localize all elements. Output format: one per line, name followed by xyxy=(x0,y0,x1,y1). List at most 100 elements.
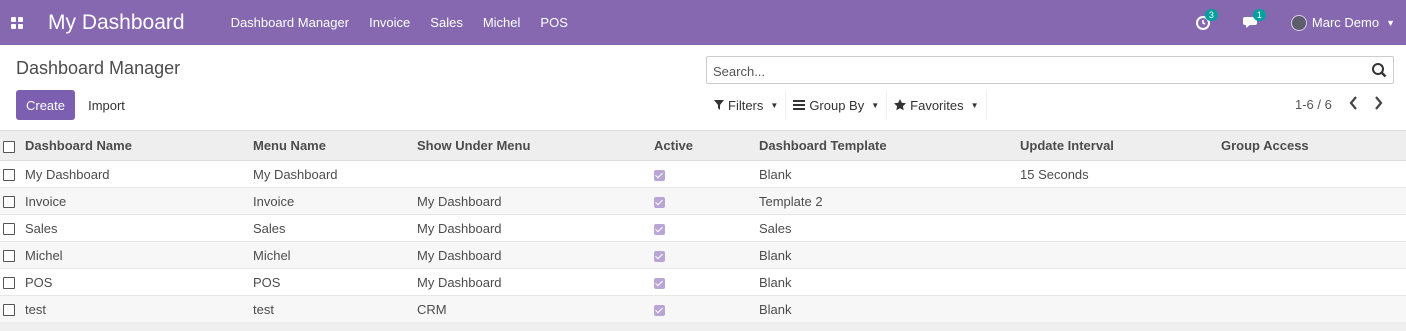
favorites-label: Favorites xyxy=(910,97,964,113)
select-all-cell xyxy=(0,130,25,161)
favorites-button[interactable]: Favorites ▼ xyxy=(887,91,987,119)
menu-item-pos[interactable]: POS xyxy=(540,15,567,30)
menu-item-michel[interactable]: Michel xyxy=(483,15,521,30)
column-header-menu-name[interactable]: Menu Name xyxy=(253,130,417,161)
main-menu: Dashboard Manager Invoice Sales Michel P… xyxy=(231,15,588,30)
active-cell xyxy=(654,160,759,188)
table-row[interactable]: Invoice Invoice My Dashboard Template 2 xyxy=(0,187,1406,215)
cell-group xyxy=(1221,295,1406,323)
cell-interval xyxy=(1020,295,1221,323)
cell-under: My Dashboard xyxy=(417,268,654,296)
cell-group xyxy=(1221,160,1406,188)
cell-menu: My Dashboard xyxy=(253,160,417,188)
cell-group xyxy=(1221,187,1406,215)
row-checkbox[interactable] xyxy=(3,250,15,263)
column-header-dashboard-template[interactable]: Dashboard Template xyxy=(759,130,1020,161)
row-checkbox[interactable] xyxy=(3,169,15,182)
active-cell xyxy=(654,241,759,269)
cell-template: Blank xyxy=(759,268,1020,296)
row-select-cell xyxy=(0,160,25,188)
menu-item-sales[interactable]: Sales xyxy=(430,15,463,30)
avatar xyxy=(1290,14,1307,31)
menu-item-dashboard-manager[interactable]: Dashboard Manager xyxy=(231,15,350,30)
active-checkbox xyxy=(654,250,665,262)
cell-interval xyxy=(1020,268,1221,296)
activity-clock-icon[interactable]: 3 xyxy=(1195,8,1218,32)
cell-template: Blank xyxy=(759,295,1020,323)
filters-label: Filters xyxy=(728,97,764,113)
cell-menu: Invoice xyxy=(253,187,417,215)
table-header-row: Dashboard Name Menu Name Show Under Menu… xyxy=(0,130,1406,161)
cell-name: Michel xyxy=(25,241,253,269)
cell-under: My Dashboard xyxy=(417,187,654,215)
cell-name: My Dashboard xyxy=(25,160,253,188)
cell-under xyxy=(417,160,654,188)
active-checkbox xyxy=(654,304,665,316)
cell-group xyxy=(1221,241,1406,269)
row-select-cell xyxy=(0,187,25,215)
table-row[interactable]: My Dashboard My Dashboard Blank 15 Seconds xyxy=(0,160,1406,188)
create-button[interactable]: Create xyxy=(16,90,75,120)
user-menu[interactable]: Marc Demo ▼ xyxy=(1290,14,1395,31)
cell-interval xyxy=(1020,214,1221,242)
caret-down-icon: ▼ xyxy=(1386,17,1395,28)
chevron-right-icon[interactable] xyxy=(1374,96,1384,110)
row-select-cell xyxy=(0,295,25,323)
table-row[interactable]: Sales Sales My Dashboard Sales xyxy=(0,214,1406,242)
row-checkbox[interactable] xyxy=(3,223,15,236)
app-brand[interactable]: My Dashboard xyxy=(48,11,185,35)
cell-menu: Sales xyxy=(253,214,417,242)
user-name: Marc Demo xyxy=(1311,15,1380,30)
systray: 3 1 Marc Demo ▼ xyxy=(1195,0,1406,45)
caret-down-icon: ▼ xyxy=(970,100,979,110)
import-button[interactable]: Import xyxy=(79,90,134,120)
cell-name: POS xyxy=(25,268,253,296)
cell-template: Template 2 xyxy=(759,187,1020,215)
row-checkbox[interactable] xyxy=(3,277,15,290)
active-checkbox xyxy=(654,223,665,235)
cell-under: My Dashboard xyxy=(417,214,654,242)
row-checkbox[interactable] xyxy=(3,304,15,317)
select-all-checkbox[interactable] xyxy=(3,140,15,153)
active-checkbox xyxy=(654,196,665,208)
row-checkbox[interactable] xyxy=(3,196,15,209)
table-row[interactable]: test test CRM Blank xyxy=(0,295,1406,323)
cell-under: My Dashboard xyxy=(417,241,654,269)
cell-under: CRM xyxy=(417,295,654,323)
cell-menu: POS xyxy=(253,268,417,296)
search-icon[interactable] xyxy=(1371,62,1387,78)
column-header-active[interactable]: Active xyxy=(654,130,759,161)
column-header-show-under-menu[interactable]: Show Under Menu xyxy=(417,130,654,161)
pager-value[interactable]: 1-6 / 6 xyxy=(1295,97,1332,112)
group-by-button[interactable]: Group By ▼ xyxy=(786,91,888,119)
group-by-icon xyxy=(793,100,806,110)
active-cell xyxy=(654,268,759,296)
list-footer xyxy=(0,322,1406,331)
cell-template: Sales xyxy=(759,214,1020,242)
active-cell xyxy=(654,295,759,323)
cell-menu: test xyxy=(253,295,417,323)
activity-badge: 3 xyxy=(1204,8,1218,21)
caret-down-icon: ▼ xyxy=(871,100,880,110)
active-checkbox xyxy=(654,169,665,181)
top-navbar: My Dashboard Dashboard Manager Invoice S… xyxy=(0,0,1406,45)
search-options: Filters ▼ Group By ▼ Favorites ▼ xyxy=(707,90,987,120)
column-header-group-access[interactable]: Group Access xyxy=(1221,130,1406,161)
messages-badge: 1 xyxy=(1252,8,1266,21)
chat-icon[interactable]: 1 xyxy=(1242,8,1266,32)
apps-icon[interactable] xyxy=(9,15,25,31)
cell-name: Sales xyxy=(25,214,253,242)
table-row[interactable]: POS POS My Dashboard Blank xyxy=(0,268,1406,296)
chevron-left-icon[interactable] xyxy=(1348,96,1358,110)
star-icon xyxy=(894,99,907,111)
column-header-update-interval[interactable]: Update Interval xyxy=(1020,130,1221,161)
table-row[interactable]: Michel Michel My Dashboard Blank xyxy=(0,241,1406,269)
active-checkbox xyxy=(654,277,665,289)
search-input[interactable] xyxy=(711,61,1355,81)
filters-button[interactable]: Filters ▼ xyxy=(707,91,787,119)
active-cell xyxy=(654,214,759,242)
breadcrumb[interactable]: Dashboard Manager xyxy=(16,58,180,79)
menu-item-invoice[interactable]: Invoice xyxy=(369,15,410,30)
cell-group xyxy=(1221,214,1406,242)
column-header-dashboard-name[interactable]: Dashboard Name xyxy=(25,130,253,161)
